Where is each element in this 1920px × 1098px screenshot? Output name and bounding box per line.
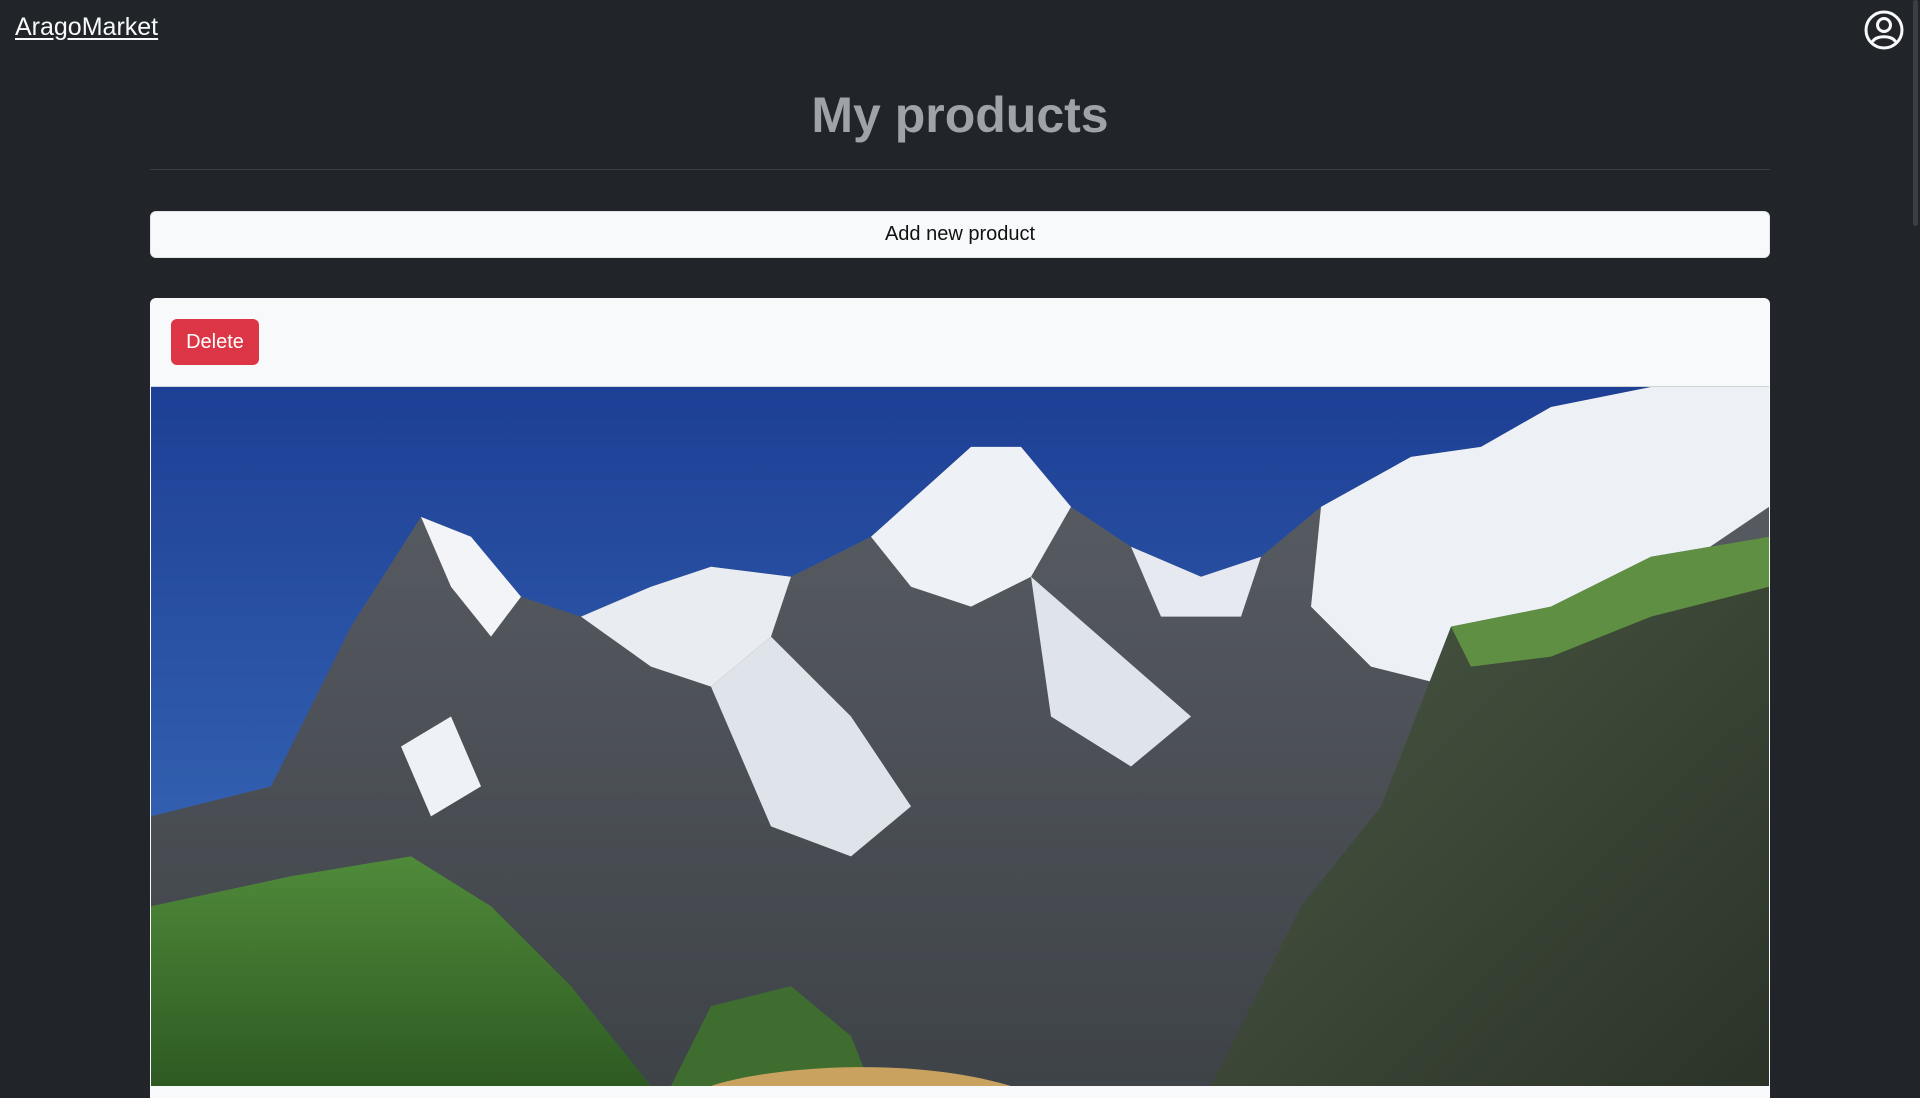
- scrollbar-thumb[interactable]: [1913, 0, 1918, 226]
- product-card: Delete: [150, 298, 1770, 1098]
- person-circle-icon: [1864, 10, 1904, 50]
- add-product-button[interactable]: Add new product: [150, 211, 1770, 258]
- product-image[interactable]: [151, 386, 1769, 1086]
- profile-button[interactable]: [1863, 9, 1905, 51]
- product-card-header: Delete: [150, 298, 1770, 386]
- page-title: My products: [811, 87, 1109, 143]
- title-divider: [150, 169, 1770, 170]
- delete-button[interactable]: Delete: [171, 319, 259, 365]
- navbar: AragoMarket: [0, 0, 1904, 58]
- brand-link[interactable]: AragoMarket: [15, 13, 158, 42]
